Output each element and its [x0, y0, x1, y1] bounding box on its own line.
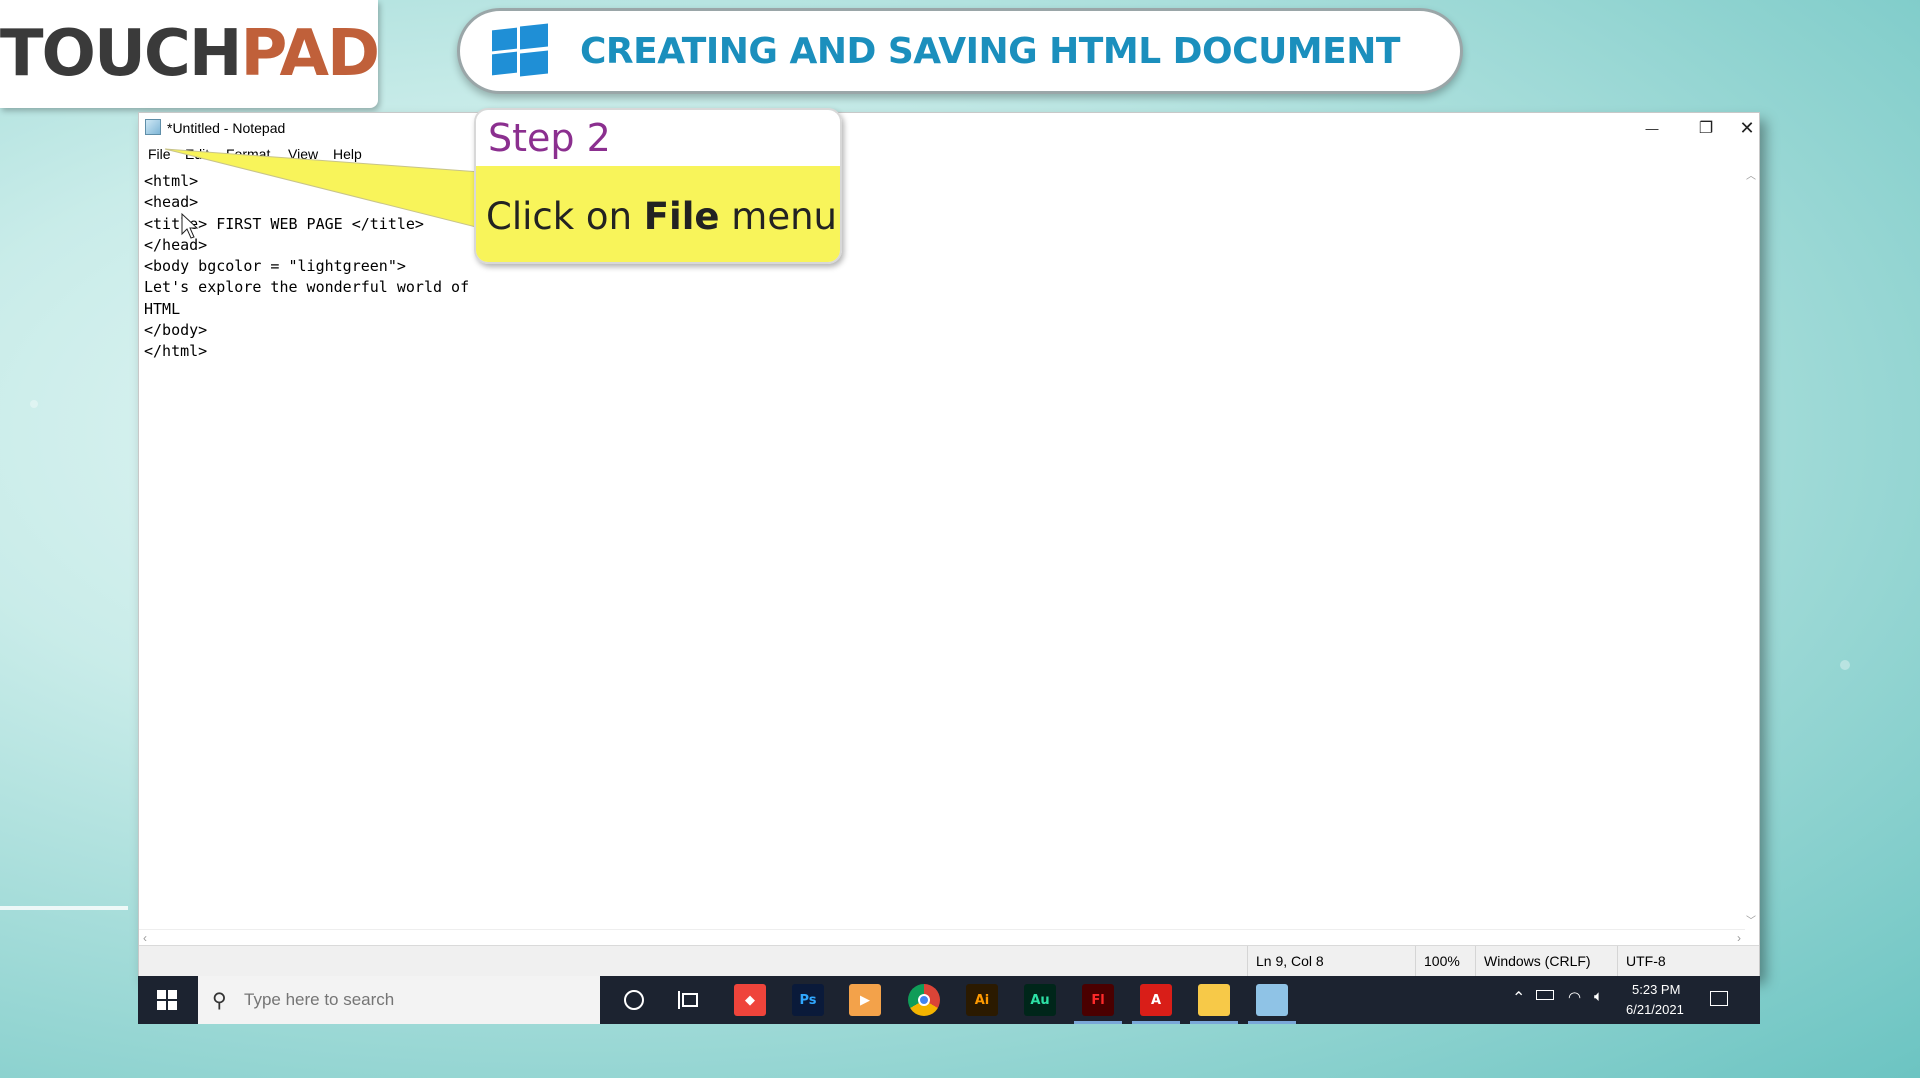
notifications-icon[interactable] — [1710, 991, 1728, 1006]
title-banner: CREATING AND SAVING HTML DOCUMENT — [457, 8, 1463, 94]
taskbar: ⚲ ◆ Ps ▶ Ai Au Fl A ⌃ ◠ 🔈︎ 5:23 PM 6/21/2021 — [138, 976, 1760, 1024]
menu-format[interactable]: Format — [226, 146, 270, 162]
window-title: *Untitled - Notepad — [167, 120, 286, 136]
background-glow — [30, 400, 38, 408]
banner-title: CREATING AND SAVING HTML DOCUMENT — [580, 30, 1400, 72]
active-app-indicator — [1248, 1021, 1296, 1024]
horizontal-scrollbar[interactable]: ‹ › — [139, 929, 1745, 945]
restore-button[interactable]: ❐ — [1679, 113, 1733, 143]
task-view-icon[interactable] — [678, 988, 702, 1012]
background-glow — [1840, 660, 1850, 670]
scroll-left-icon[interactable]: ‹ — [143, 931, 147, 945]
zoom-level: 100% — [1415, 946, 1475, 977]
logo-text: TOUCHPAD — [0, 17, 380, 91]
file-explorer-icon[interactable] — [1198, 984, 1230, 1016]
acrobat-icon[interactable]: A — [1140, 984, 1172, 1016]
active-app-indicator — [1132, 1021, 1180, 1024]
windows-logo-icon — [492, 23, 548, 77]
status-bar: Ln 9, Col 8 100% Windows (CRLF) UTF-8 — [139, 945, 1761, 977]
notepad-icon[interactable] — [1256, 984, 1288, 1016]
clock-time[interactable]: 5:23 PM — [1632, 982, 1680, 997]
cursor-position: Ln 9, Col 8 — [1247, 946, 1415, 977]
chrome-icon[interactable] — [908, 984, 940, 1016]
scroll-down-icon[interactable]: ﹀ — [1746, 912, 1756, 927]
vertical-scrollbar[interactable]: ︿ ﹀ — [1743, 165, 1759, 929]
text-editor[interactable]: <html> <head> <title> FIRST WEB PAGE </t… — [139, 165, 1745, 929]
anydesk-icon[interactable]: ◆ — [734, 984, 766, 1016]
scroll-right-icon[interactable]: › — [1737, 931, 1741, 945]
menu-help[interactable]: Help — [333, 146, 362, 162]
start-button[interactable] — [138, 976, 196, 1024]
windows-start-icon — [157, 990, 177, 1010]
callout-instruction: Click on File menu — [486, 194, 837, 238]
menu-bar: File Edit Format View Help — [139, 143, 1759, 165]
active-app-indicator — [1074, 1021, 1122, 1024]
search-input[interactable] — [244, 990, 584, 1010]
chrome-center — [918, 994, 930, 1006]
scroll-up-icon[interactable]: ︿ — [1746, 167, 1756, 182]
flash-icon[interactable]: Fl — [1082, 984, 1114, 1016]
illustrator-icon[interactable]: Ai — [966, 984, 998, 1016]
callout-header: Step 2 — [476, 110, 840, 166]
menu-edit[interactable]: Edit — [185, 146, 209, 162]
line-ending: Windows (CRLF) — [1475, 946, 1617, 977]
battery-icon[interactable] — [1536, 990, 1554, 1000]
background-line — [0, 906, 128, 910]
cortana-icon[interactable] — [624, 990, 644, 1010]
touchpad-logo: TOUCHPAD — [0, 0, 380, 108]
callout-step-label: Step 2 — [488, 116, 611, 160]
step-callout: Step 2 Click on File menu — [474, 108, 842, 264]
volume-icon[interactable]: 🔈︎ — [1594, 988, 1603, 1005]
photoshop-icon[interactable]: Ps — [792, 984, 824, 1016]
clock-date[interactable]: 6/21/2021 — [1626, 1002, 1684, 1017]
menu-view[interactable]: View — [288, 146, 318, 162]
media-player-icon[interactable]: ▶ — [849, 984, 881, 1016]
active-app-indicator — [1190, 1021, 1238, 1024]
close-button[interactable]: ✕ — [1733, 113, 1761, 143]
title-bar[interactable]: *Untitled - Notepad — ❐ ✕ — [139, 113, 1759, 143]
minimize-button[interactable]: — — [1625, 113, 1679, 143]
menu-file[interactable]: File — [148, 146, 171, 162]
notepad-app-icon — [145, 119, 161, 135]
search-icon: ⚲ — [212, 989, 227, 1012]
show-hidden-icons-icon[interactable]: ⌃ — [1512, 988, 1525, 1008]
taskbar-search[interactable]: ⚲ — [198, 976, 600, 1024]
notepad-window: *Untitled - Notepad — ❐ ✕ File Edit Form… — [138, 112, 1761, 977]
audition-icon[interactable]: Au — [1024, 984, 1056, 1016]
wifi-icon[interactable]: ◠ — [1568, 988, 1581, 1006]
encoding: UTF-8 — [1617, 946, 1761, 977]
callout-body: Click on File menu — [476, 166, 840, 262]
